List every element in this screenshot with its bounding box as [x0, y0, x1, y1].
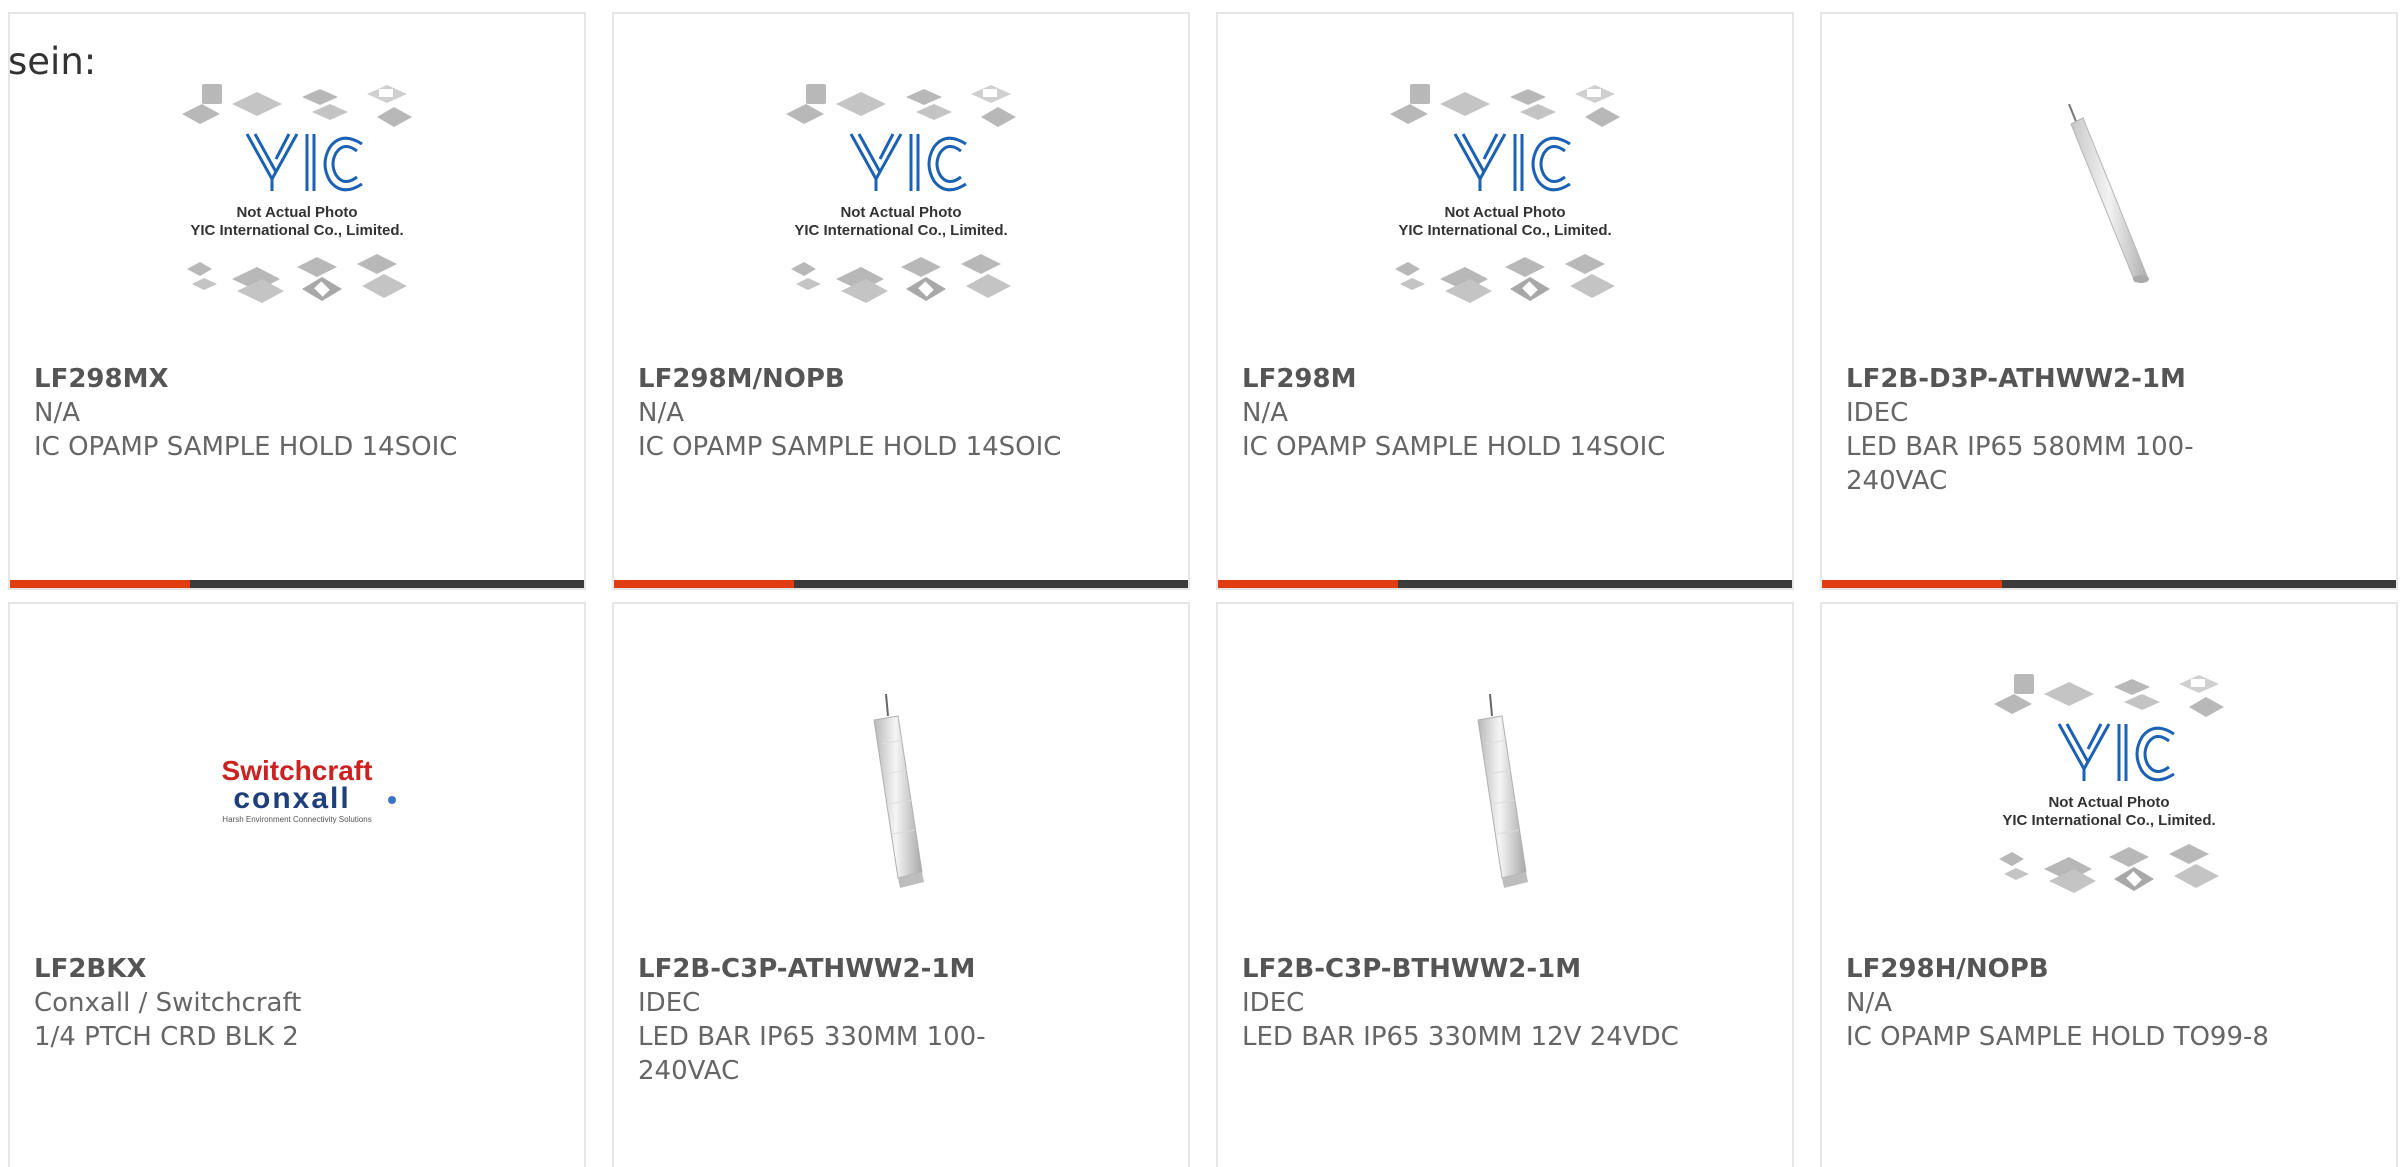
part-number-link[interactable]: LF2B-C3P-ATHWW2-1M	[638, 952, 1078, 986]
product-card[interactable]: Not Actual Photo YIC International Co., …	[1216, 12, 1794, 590]
placeholder-caption-line1: Not Actual Photo	[840, 204, 961, 221]
placeholder-caption-line1: Not Actual Photo	[236, 204, 357, 221]
product-image[interactable]	[614, 644, 1188, 944]
manufacturer: IDEC	[638, 988, 701, 1018]
card-accent-bar	[614, 580, 794, 588]
not-actual-photo-image: Not Actual Photo YIC International Co., …	[1390, 84, 1620, 303]
description: IC OPAMP SAMPLE HOLD 14SOIC	[34, 432, 458, 462]
product-image[interactable]	[1218, 644, 1792, 944]
card-accent-bar	[1822, 580, 2002, 588]
not-actual-photo-image: Not Actual Photo YIC International Co., …	[786, 84, 1016, 303]
placeholder-caption-line1: Not Actual Photo	[1444, 204, 1565, 221]
description: IC OPAMP SAMPLE HOLD 14SOIC	[1242, 432, 1666, 462]
description: IC OPAMP SAMPLE HOLD TO99-8	[1846, 1022, 2269, 1052]
part-number-link[interactable]: LF298M/NOPB	[638, 362, 1078, 396]
product-image[interactable]: Not Actual Photo YIC International Co., …	[1218, 54, 1792, 354]
product-card[interactable]: Switchcraft conxall Harsh Environment Co…	[8, 602, 586, 1167]
card-accent-bar	[10, 580, 190, 588]
description: LED BAR IP65 330MM 12V 24VDC	[1242, 1022, 1679, 1052]
card-bottom-bar	[1218, 580, 1792, 588]
product-card[interactable]: LF2B-C3P-ATHWW2-1M IDEC LED BAR IP65 330MM…	[612, 602, 1190, 1167]
manufacturer: Conxall / Switchcraft	[34, 988, 302, 1018]
part-number-link[interactable]: LF2B-D3P-ATHWW2-1M	[1846, 362, 2286, 396]
product-image[interactable]: Switchcraft conxall Harsh Environment Co…	[10, 644, 584, 944]
product-card[interactable]: Not Actual Photo YIC International Co., …	[8, 12, 586, 590]
product-info: LF298H/NOPB N/A IC OPAMP SAMPLE HOLD TO99-…	[1846, 952, 2286, 1054]
manufacturer: N/A	[638, 398, 684, 428]
placeholder-caption-line2: YIC International Co., Limited.	[2002, 812, 2215, 829]
placeholder-caption-line2: YIC International Co., Limited.	[794, 222, 1007, 239]
product-card[interactable]: LF2B-C3P-BTHWW2-1M IDEC LED BAR IP65 330MM…	[1216, 602, 1794, 1167]
part-number-link[interactable]: LF298H/NOPB	[1846, 952, 2286, 986]
switchcraft-conxall-logo: Switchcraft conxall Harsh Environment Co…	[222, 755, 396, 824]
description: IC OPAMP SAMPLE HOLD 14SOIC	[638, 432, 1062, 462]
card-bottom-bar	[1822, 580, 2396, 588]
product-image[interactable]: Not Actual Photo YIC International Co., …	[614, 54, 1188, 354]
manufacturer: N/A	[1846, 988, 1892, 1018]
not-actual-photo-image: Not Actual Photo YIC International Co., …	[1994, 674, 2224, 893]
product-info: LF298M N/A IC OPAMP SAMPLE HOLD 14SOIC	[1242, 362, 1682, 464]
placeholder-caption-line2: YIC International Co., Limited.	[1398, 222, 1611, 239]
description: 1/4 PTCH CRD BLK 2	[34, 1022, 299, 1052]
product-grid-page: sein: Not Actual Photo YIC International…	[0, 0, 2400, 1167]
description: LED BAR IP65 580MM 100-240VAC	[1846, 432, 2194, 496]
manufacturer: IDEC	[1846, 398, 1909, 428]
product-image[interactable]	[1822, 54, 2396, 354]
part-number-link[interactable]: LF298M	[1242, 362, 1682, 396]
product-image[interactable]: Not Actual Photo YIC International Co., …	[1822, 644, 2396, 944]
placeholder-caption-line2: YIC International Co., Limited.	[190, 222, 403, 239]
part-number-link[interactable]: LF2B-C3P-BTHWW2-1M	[1242, 952, 1682, 986]
product-card[interactable]: LF2B-D3P-ATHWW2-1M IDEC LED BAR IP65 580MM…	[1820, 12, 2398, 590]
prefix-text: sein:	[8, 40, 97, 83]
manufacturer: N/A	[1242, 398, 1288, 428]
part-number-link[interactable]: LF2BKX	[34, 952, 474, 986]
product-info: LF298MX N/A IC OPAMP SAMPLE HOLD 14SOIC	[34, 362, 474, 464]
product-card[interactable]: Not Actual Photo YIC International Co., …	[612, 12, 1190, 590]
card-bottom-bar	[614, 580, 1188, 588]
manufacturer: N/A	[34, 398, 80, 428]
part-number-link[interactable]: LF298MX	[34, 362, 474, 396]
logo-brand-bottom: conxall	[233, 782, 350, 815]
product-image[interactable]: Not Actual Photo YIC International Co., …	[10, 54, 584, 354]
product-info: LF2B-D3P-ATHWW2-1M IDEC LED BAR IP65 580MM…	[1846, 362, 2286, 498]
product-card[interactable]: Not Actual Photo YIC International Co., …	[1820, 602, 2398, 1167]
led-bar-image	[1477, 694, 1528, 888]
card-accent-bar	[1218, 580, 1398, 588]
manufacturer: IDEC	[1242, 988, 1305, 1018]
not-actual-photo-image: Not Actual Photo YIC International Co., …	[182, 84, 412, 303]
placeholder-caption-line1: Not Actual Photo	[2048, 794, 2169, 811]
product-info: LF2B-C3P-ATHWW2-1M IDEC LED BAR IP65 330MM…	[638, 952, 1078, 1088]
product-info: LF298M/NOPB N/A IC OPAMP SAMPLE HOLD 14SOI…	[638, 362, 1078, 464]
led-bar-image	[873, 694, 924, 888]
product-info: LF2BKX Conxall / Switchcraft 1/4 PTCH CRD …	[34, 952, 474, 1054]
description: LED BAR IP65 330MM 100-240VAC	[638, 1022, 986, 1086]
card-bottom-bar	[10, 580, 584, 588]
led-bar-image	[2068, 104, 2149, 283]
logo-tagline: Harsh Environment Connectivity Solutions	[222, 815, 371, 824]
product-info: LF2B-C3P-BTHWW2-1M IDEC LED BAR IP65 330MM…	[1242, 952, 1682, 1054]
